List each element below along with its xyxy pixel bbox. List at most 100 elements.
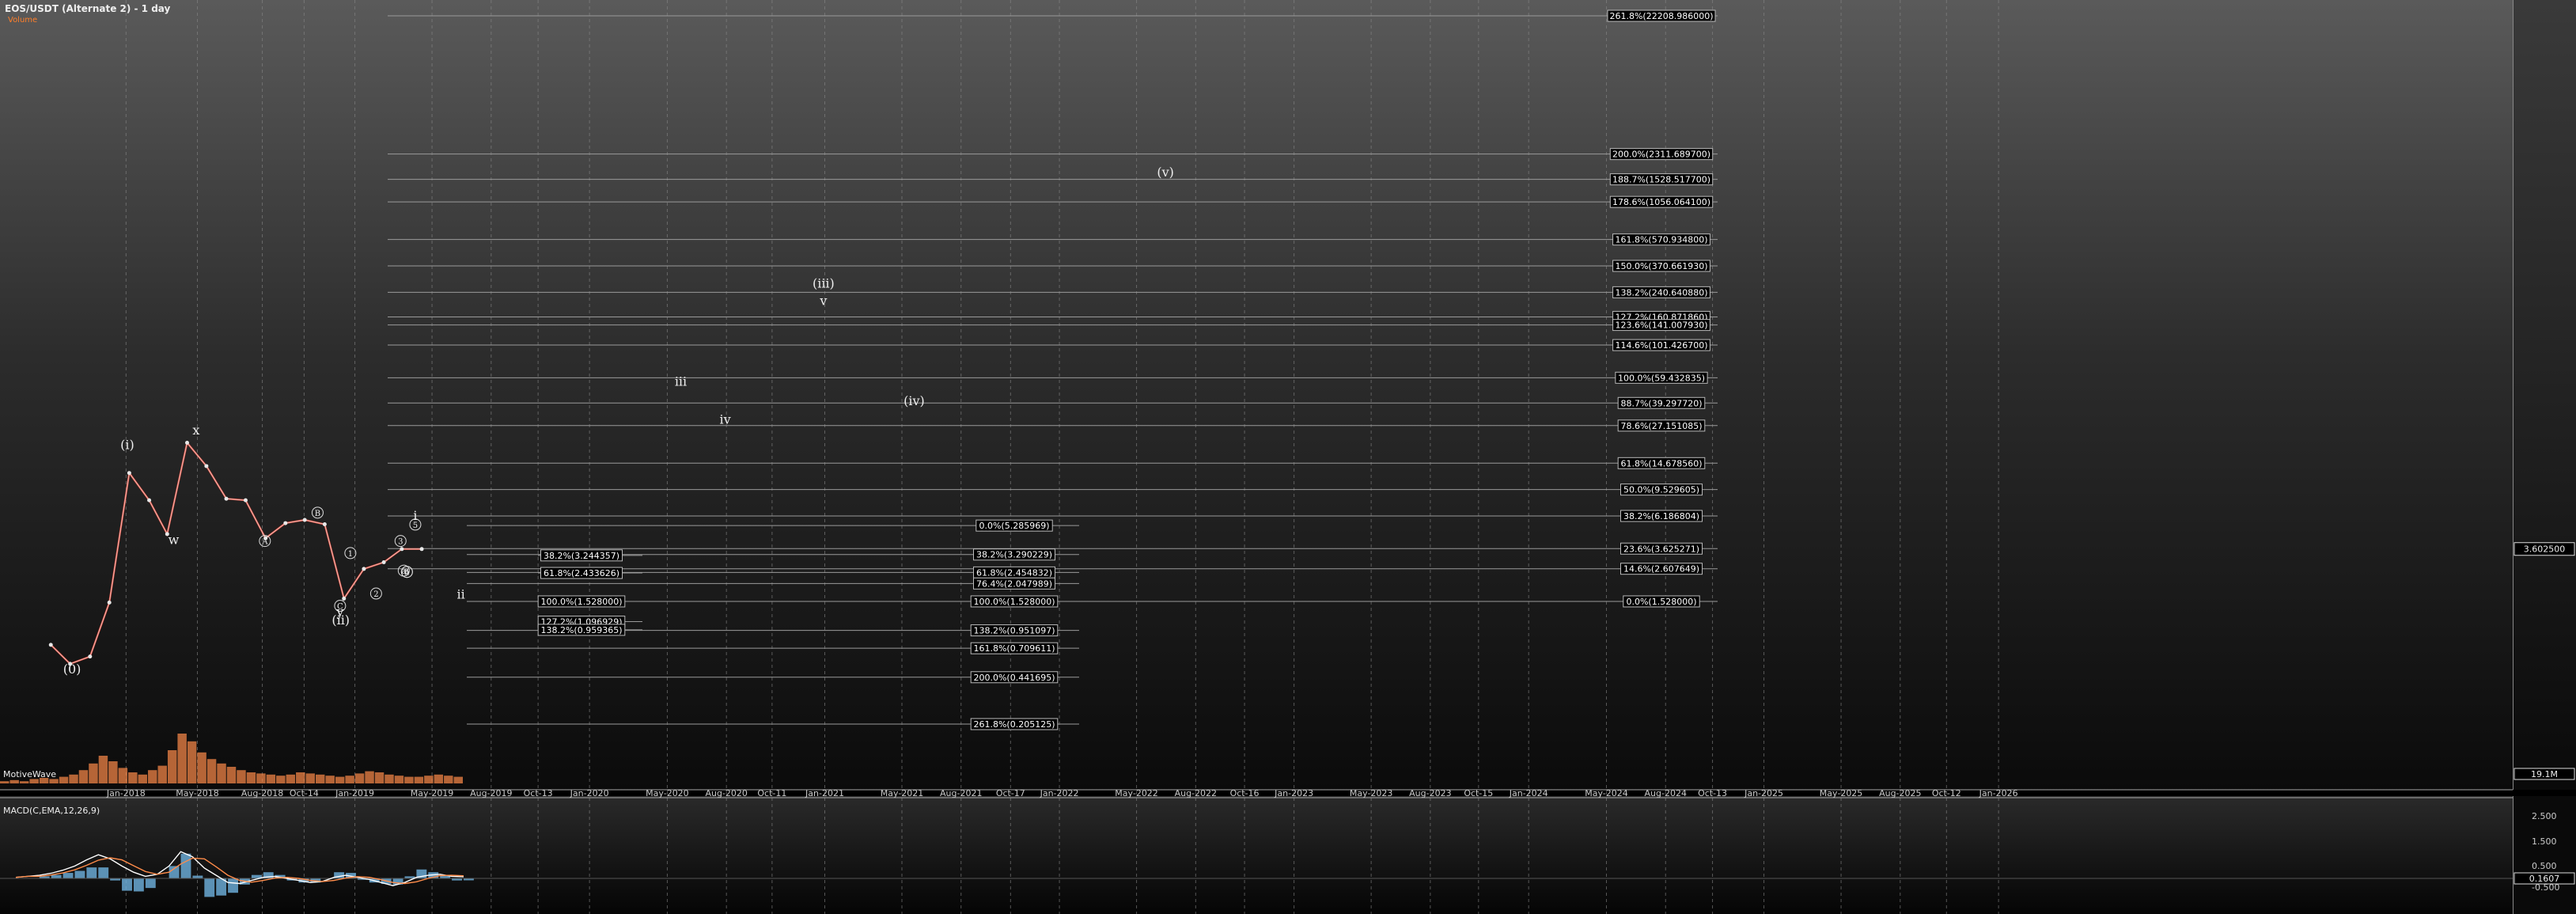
fib-level-label: 150.0%(370.661930) [1615, 261, 1707, 271]
price-point [302, 518, 307, 522]
volume-bar [305, 773, 315, 783]
volume-bar [256, 773, 266, 783]
fib-level-label: 114.6%(101.426700) [1615, 340, 1707, 351]
volume-bar [335, 776, 345, 783]
macd-histogram-bar [228, 878, 238, 893]
macd-histogram-bar [204, 878, 215, 897]
macd-histogram-bar [86, 867, 97, 878]
fib-level-label: 100.0%(1.528000) [540, 597, 622, 607]
volume-bar [19, 781, 29, 783]
macd-histogram-bar [133, 878, 144, 892]
chart-title: EOS/USDT (Alternate 2) - 1 day [5, 3, 171, 14]
wave-label: (v) [1157, 165, 1174, 180]
volume-bar [434, 774, 444, 783]
volume-bar [128, 772, 138, 783]
fib-level-label: 38.2%(3.244357) [544, 551, 619, 561]
wave-label: A [261, 538, 268, 547]
volume-bar [266, 774, 276, 783]
macd-histogram-bar [74, 870, 85, 878]
price-point [204, 464, 209, 468]
volume-bar [108, 761, 118, 783]
fib-level-label: 38.2%(3.290229) [976, 550, 1052, 560]
macd-histogram-bar [192, 875, 203, 878]
wave-label: (ii) [331, 612, 350, 628]
price-point [342, 596, 347, 601]
fib-level-label: 200.0%(0.441695) [973, 673, 1055, 683]
fib-level-label: 23.6%(3.625271) [1623, 544, 1699, 554]
volume-bar [187, 741, 197, 783]
volume-bar [9, 779, 19, 783]
fib-level-label: 138.2%(240.640880) [1615, 287, 1707, 298]
fib-level-label: 88.7%(39.297720) [1620, 398, 1702, 408]
volume-bar [148, 770, 157, 783]
volume-bar [29, 779, 39, 783]
wave-label: b [404, 569, 409, 578]
fib-level-label: 261.8%(22208.986000) [1609, 11, 1713, 21]
fib-level-label: 178.6%(1056.064100) [1612, 197, 1710, 207]
volume-bar [424, 776, 434, 783]
volume-bar [276, 776, 286, 783]
wave-label: B [315, 510, 320, 518]
volume-bar [453, 776, 463, 783]
macd-tick-label: 0.500 [2532, 861, 2557, 871]
price-point [283, 521, 288, 525]
volume-indicator-label: Volume [8, 16, 38, 25]
volume-bar [206, 759, 217, 783]
wave-label: (i) [120, 437, 134, 452]
volume-bar [374, 772, 385, 783]
macd-histogram-bar [145, 878, 156, 889]
fib-level-label: 38.2%(6.186804) [1623, 511, 1699, 521]
price-point [243, 498, 248, 503]
volume-bar [167, 750, 177, 783]
fib-level-label: 123.6%(141.007930) [1615, 320, 1707, 331]
wave-label: (iv) [903, 393, 925, 408]
fib-level-label: 188.7%(1528.517700) [1612, 175, 1710, 185]
wave-label: (iii) [813, 275, 835, 290]
volume-bar [118, 768, 128, 783]
macd-histogram-bar [169, 866, 180, 878]
volume-bar [325, 776, 335, 783]
wave-label: i [413, 508, 417, 523]
price-point [88, 654, 93, 659]
volume-bar [404, 776, 414, 783]
fib-level-label: 61.8%(14.678560) [1620, 458, 1702, 468]
wave-label: iv [719, 411, 730, 427]
volume-bar [444, 776, 453, 783]
volume-bar [345, 776, 354, 783]
volume-bar [98, 756, 108, 783]
fib-level-label: 61.8%(2.433626) [544, 568, 619, 578]
volume-bar [394, 776, 404, 783]
wave-label: w [169, 533, 180, 548]
wave-label: 1 [348, 550, 353, 559]
macd-histogram-bar [98, 867, 109, 878]
fib-level-label: 78.6%(27.151085) [1620, 421, 1702, 431]
chart-canvas[interactable]: Jan-2018 May-2018 Aug-2018 Oct-14 Jan-2019 Ma… [0, 0, 2576, 914]
wave-label: v [819, 294, 827, 309]
volume-bar [197, 752, 206, 783]
volume-bar [157, 765, 167, 783]
price-point [400, 547, 404, 552]
fib-level-label: 76.4%(2.047989) [976, 578, 1052, 589]
macd-histogram-bar [63, 873, 74, 878]
price-point [419, 547, 424, 552]
fib-level-label: 14.6%(2.607649) [1623, 564, 1699, 575]
last-price-label: 3.602500 [2524, 544, 2566, 555]
volume-bar [138, 774, 148, 783]
macd-histogram-bar [122, 878, 132, 891]
macd-histogram-bar [180, 853, 191, 878]
wave-label: ii [457, 586, 465, 601]
wave-label: x [192, 423, 199, 438]
volume-bar [78, 770, 89, 783]
volume-bar [414, 776, 424, 783]
price-point [48, 643, 53, 647]
volume-bar [246, 772, 256, 783]
volume-bar [69, 774, 78, 783]
volume-bar [177, 734, 187, 783]
volume-value-label: 19.1M [2531, 769, 2558, 779]
volume-bar [354, 773, 365, 783]
price-point [224, 496, 229, 501]
volume-bar [217, 763, 226, 783]
wave-label: iii [675, 374, 687, 389]
macd-value-label: 0.1607 [2529, 874, 2560, 884]
volume-bar [226, 767, 237, 783]
